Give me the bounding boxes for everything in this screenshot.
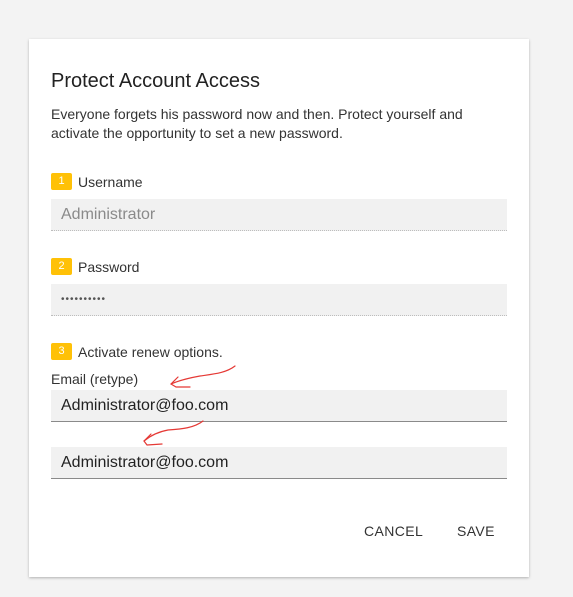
protect-account-dialog: Protect Account Access Everyone forgets …: [29, 39, 529, 577]
step-label-password: Password: [78, 258, 140, 275]
username-field[interactable]: [51, 199, 507, 231]
save-button[interactable]: SAVE: [457, 520, 495, 542]
email-field[interactable]: [51, 390, 507, 422]
step-renew-options: 3 Activate renew options.: [51, 342, 223, 361]
step-label-username: Username: [78, 173, 143, 190]
step-password: 2 Password: [51, 257, 139, 276]
step-label-renew-options: Activate renew options.: [78, 343, 223, 360]
step-username: 1 Username: [51, 172, 143, 191]
cancel-button[interactable]: CANCEL: [364, 520, 423, 542]
step-badge-1: 1: [51, 173, 72, 190]
step-badge-3: 3: [51, 343, 72, 360]
email-retype-field[interactable]: [51, 447, 507, 479]
email-retype-label: Email (retype): [51, 371, 139, 387]
dialog-title: Protect Account Access: [51, 70, 260, 92]
password-field[interactable]: [51, 284, 507, 316]
dialog-description: Everyone forgets his password now and th…: [51, 106, 463, 141]
step-badge-2: 2: [51, 258, 72, 275]
